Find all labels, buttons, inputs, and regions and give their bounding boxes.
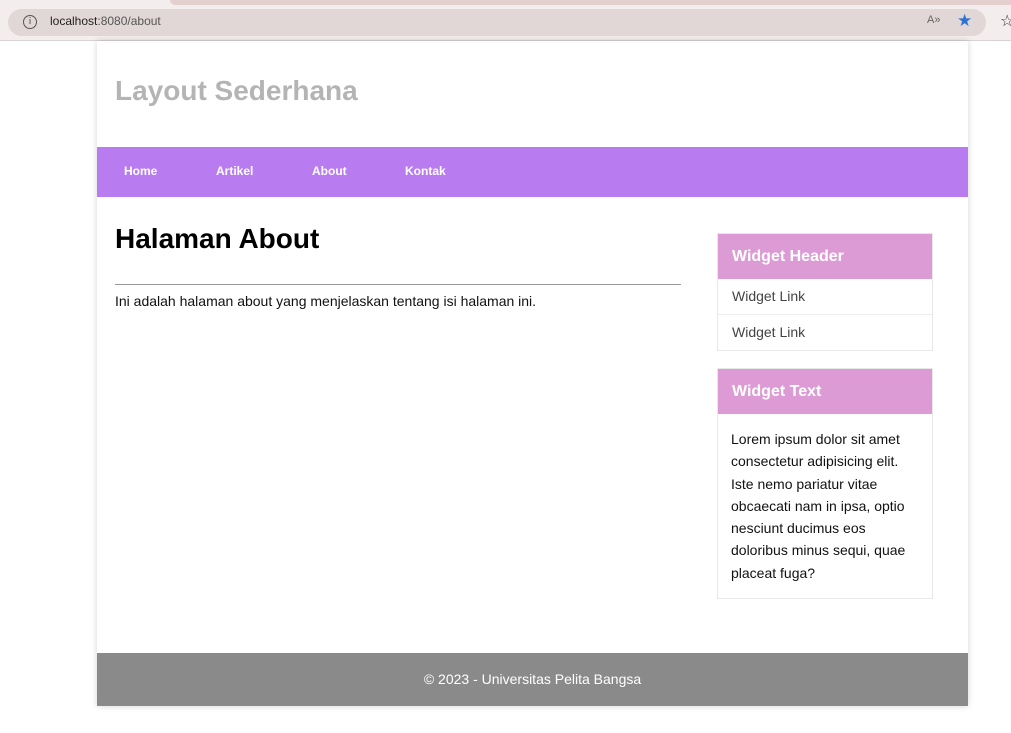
widget-link[interactable]: Widget Link — [718, 279, 932, 315]
site-info-icon[interactable]: i — [23, 15, 37, 29]
nav-artikel[interactable]: Artikel — [216, 164, 253, 178]
widget-links: Widget Header Widget Link Widget Link — [717, 233, 933, 351]
main-content: Halaman About Ini adalah halaman about y… — [115, 223, 681, 309]
widget-header: Widget Header — [718, 234, 932, 279]
url-text[interactable]: localhost:8080/about — [50, 14, 161, 28]
read-aloud-icon[interactable]: A» — [927, 14, 940, 26]
tab-strip — [170, 0, 1011, 5]
page-text: Ini adalah halaman about yang menjelaska… — [115, 293, 537, 309]
page-container: Layout Sederhana Home Artikel About Kont… — [97, 41, 968, 706]
main-nav: Home Artikel About Kontak — [97, 147, 968, 197]
page-heading: Halaman About — [115, 223, 320, 254]
nav-home[interactable]: Home — [124, 164, 157, 178]
widget-text: Widget Text Lorem ipsum dolor sit amet c… — [717, 368, 933, 600]
nav-about[interactable]: About — [312, 164, 347, 178]
url-path: :8080/about — [97, 14, 161, 28]
url-host: localhost — [50, 14, 98, 28]
widget-link[interactable]: Widget Link — [718, 315, 932, 350]
widget-text-body: Lorem ipsum dolor sit amet consectetur a… — [731, 431, 906, 581]
favorite-star-icon[interactable]: ★ — [957, 11, 972, 31]
browser-toolbar: i localhost:8080/about A» ★ ☆ — [0, 0, 1011, 41]
site-title: Layout Sederhana — [115, 75, 358, 106]
nav-kontak[interactable]: Kontak — [405, 164, 446, 178]
heading-divider — [115, 284, 681, 285]
widget-text-header: Widget Text — [718, 369, 932, 414]
footer: © 2023 - Universitas Pelita Bangsa — [97, 653, 968, 706]
favorites-icon[interactable]: ☆ — [1000, 11, 1011, 30]
